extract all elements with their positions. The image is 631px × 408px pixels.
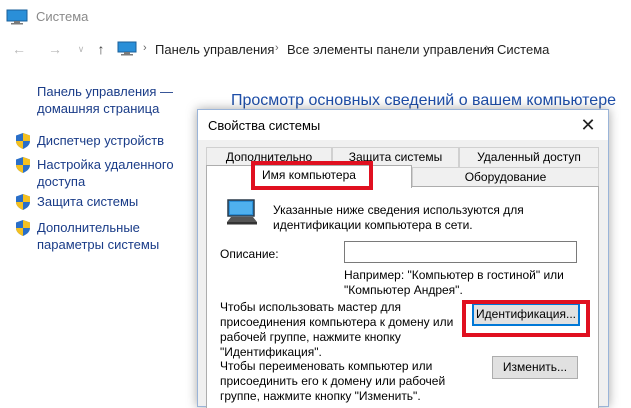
breadcrumb-control-panel[interactable]: Панель управления (155, 42, 274, 57)
page-title: Просмотр основных сведений о вашем компь… (231, 92, 616, 109)
example-text: Например: "Компьютер в гостиной" или "Ко… (344, 268, 564, 297)
uac-shield-icon (16, 157, 30, 173)
computer-icon (117, 41, 137, 56)
sidebar-item-label: Защита системы (37, 194, 139, 209)
sidebar-item-label: Дополнительные параметры системы (37, 220, 160, 252)
window-title: Система (36, 9, 89, 24)
chevron-right-icon[interactable]: › (485, 42, 489, 54)
sidebar: Панель управления — домашняя страница Ди… (0, 64, 200, 407)
dialog-title: Свойства системы (208, 118, 321, 133)
network-id-button[interactable]: Идентификация... (472, 303, 580, 326)
chevron-right-icon[interactable]: › (275, 42, 279, 54)
arrow-up-icon[interactable]: ↑ (92, 40, 110, 58)
uac-shield-icon (16, 133, 30, 149)
sidebar-home-link[interactable]: Панель управления — домашняя страница (37, 83, 187, 117)
computer-network-icon (227, 199, 257, 225)
sidebar-item-label: Диспетчер устройств (37, 133, 165, 148)
system-properties-dialog: Свойства системы ✕ Дополнительно Защита … (197, 109, 609, 408)
network-id-text: Чтобы использовать мастер для присоедине… (220, 300, 454, 359)
sidebar-item-label: Настройка удаленного доступа (37, 157, 174, 189)
description-input[interactable] (344, 241, 577, 263)
arrow-left-icon[interactable]: ← (10, 40, 28, 58)
info-text: Указанные ниже сведения используются для… (273, 203, 524, 232)
address-breadcrumb[interactable]: › Панель управления › Все элементы панел… (113, 37, 631, 61)
tab-hardware[interactable]: Оборудование (412, 167, 599, 188)
tab-remote[interactable]: Удаленный доступ (459, 147, 599, 168)
window-titlebar: Система (0, 0, 631, 34)
tab-computer-name[interactable]: Имя компьютера (206, 165, 412, 188)
address-bar: ← → ∨ ↑ › Панель управления › Все элемен… (0, 34, 631, 64)
rename-text: Чтобы переименовать компьютер или присое… (220, 359, 446, 403)
change-button[interactable]: Изменить... (492, 356, 578, 379)
close-icon[interactable]: ✕ (568, 110, 608, 140)
breadcrumb-system[interactable]: Система (497, 42, 549, 57)
uac-shield-icon (16, 194, 30, 210)
chevron-down-icon[interactable]: ∨ (72, 40, 90, 58)
arrow-right-icon[interactable]: → (46, 40, 64, 58)
tab-panel-computer-name: Указанные ниже сведения используются для… (206, 186, 599, 408)
breadcrumb-all-items[interactable]: Все элементы панели управления (287, 42, 494, 57)
computer-icon (6, 9, 28, 25)
dialog-titlebar[interactable]: Свойства системы ✕ (198, 110, 608, 140)
chevron-right-icon[interactable]: › (143, 42, 147, 54)
description-label: Описание: (220, 247, 279, 261)
uac-shield-icon (16, 220, 30, 236)
